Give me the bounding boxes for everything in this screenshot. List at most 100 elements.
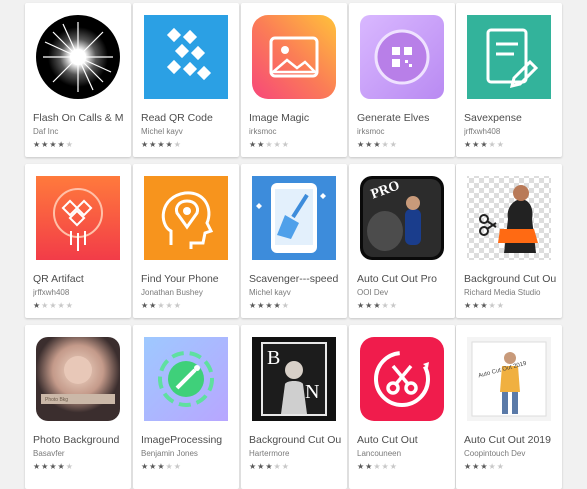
app-developer[interactable]: OOI Dev xyxy=(357,288,451,297)
star-rating: ★★★★★ xyxy=(249,463,290,471)
star-icon: ★ xyxy=(33,462,42,471)
app-card[interactable]: Find Your Phone Jonathan Bushey ★★★★★ xyxy=(133,164,239,318)
qr-glow-icon[interactable] xyxy=(357,12,447,102)
star-icon: ★ xyxy=(488,301,497,310)
star-icon: ★ xyxy=(273,301,282,310)
app-card[interactable]: Savexpense jrffxwh408 ★★★★★ xyxy=(456,3,562,157)
star-icon: ★ xyxy=(357,140,366,149)
app-title[interactable]: Flash On Calls & M xyxy=(33,112,127,124)
star-icon: ★ xyxy=(281,301,290,310)
app-developer[interactable]: Basavfer xyxy=(33,449,127,458)
star-icon: ★ xyxy=(488,462,497,471)
star-icon: ★ xyxy=(157,301,166,310)
app-developer[interactable]: Michel kayv xyxy=(249,288,343,297)
app-title[interactable]: Savexpense xyxy=(464,112,558,124)
star-icon: ★ xyxy=(480,462,489,471)
app-title[interactable]: ImageProcessing xyxy=(141,434,235,446)
app-title[interactable]: Find Your Phone xyxy=(141,273,235,285)
star-rating: ★★★★★ xyxy=(33,463,74,471)
star-icon: ★ xyxy=(157,140,166,149)
app-developer[interactable]: Michel kayv xyxy=(141,127,235,136)
fashion-photo-icon[interactable]: Auto Cut Out 2019 xyxy=(464,334,554,424)
star-icon: ★ xyxy=(65,301,74,310)
star-icon: ★ xyxy=(57,462,66,471)
scissors-circle-icon[interactable] xyxy=(357,334,447,424)
star-icon: ★ xyxy=(496,140,505,149)
app-card[interactable]: Auto Cut Out 2019 Auto Cut Out 2019 Coopin… xyxy=(456,325,562,489)
star-icon: ★ xyxy=(173,301,182,310)
star-rating: ★★★★★ xyxy=(141,141,182,149)
star-icon: ★ xyxy=(357,301,366,310)
star-rating: ★★★★★ xyxy=(249,141,290,149)
app-developer[interactable]: irksmoc xyxy=(249,127,343,136)
app-developer[interactable]: Jonathan Bushey xyxy=(141,288,235,297)
star-icon: ★ xyxy=(373,462,382,471)
app-card[interactable]: Flash On Calls & M Daf Inc ★★★★★ xyxy=(25,3,131,157)
app-card[interactable]: B N Background Cut Ou Hartermore ★★★★★ xyxy=(241,325,347,489)
app-title[interactable]: Auto Cut Out 2019 xyxy=(464,434,558,446)
app-title[interactable]: Image Magic xyxy=(249,112,343,124)
app-developer[interactable]: Lancouneen xyxy=(357,449,451,458)
flash-burst-icon[interactable] xyxy=(33,12,123,102)
app-card[interactable]: Generate Elves irksmoc ★★★★★ xyxy=(349,3,455,157)
star-icon: ★ xyxy=(141,301,150,310)
app-card[interactable]: Auto Cut Out Lancouneen ★★★★★ xyxy=(349,325,455,489)
app-card[interactable]: Scavenger---speed Michel kayv ★★★★★ xyxy=(241,164,347,318)
app-title[interactable]: Auto Cut Out Pro xyxy=(357,273,451,285)
app-title[interactable]: Auto Cut Out xyxy=(357,434,451,446)
app-developer[interactable]: irksmoc xyxy=(357,127,451,136)
app-title[interactable]: Background Cut Ou xyxy=(464,273,558,285)
star-icon: ★ xyxy=(49,301,58,310)
app-title[interactable]: Generate Elves xyxy=(357,112,451,124)
star-rating: ★★★★★ xyxy=(464,302,505,310)
photo-cutout-pro-icon[interactable]: PRO xyxy=(357,173,447,263)
black-white-photo-icon[interactable]: B N xyxy=(249,334,339,424)
app-developer[interactable]: Hartermore xyxy=(249,449,343,458)
app-grid: Flash On Calls & M Daf Inc ★★★★★ Read QR C… xyxy=(0,0,587,489)
star-icon: ★ xyxy=(281,462,290,471)
app-title[interactable]: QR Artifact xyxy=(33,273,127,285)
app-title[interactable]: Read QR Code xyxy=(141,112,235,124)
star-icon: ★ xyxy=(480,301,489,310)
scissors-cutout-icon[interactable] xyxy=(464,173,554,263)
qr-code-icon[interactable] xyxy=(141,12,231,102)
star-icon: ★ xyxy=(480,140,489,149)
landscape-image-icon[interactable] xyxy=(249,12,339,102)
app-developer[interactable]: Daf Inc xyxy=(33,127,127,136)
app-card[interactable]: ImageProcessing Benjamin Jones ★★★★★ xyxy=(133,325,239,489)
notepad-pen-icon[interactable] xyxy=(464,12,554,102)
star-icon: ★ xyxy=(389,462,398,471)
app-card[interactable]: Background Cut Ou Richard Media Studio ★★★… xyxy=(456,164,562,318)
magic-wand-icon[interactable] xyxy=(141,334,231,424)
star-icon: ★ xyxy=(488,140,497,149)
phone-broom-icon[interactable] xyxy=(249,173,339,263)
app-title[interactable]: Photo Background xyxy=(33,434,127,446)
star-icon: ★ xyxy=(65,462,74,471)
app-card[interactable]: Image Magic irksmoc ★★★★★ xyxy=(241,3,347,157)
head-location-icon[interactable] xyxy=(141,173,231,263)
app-card[interactable]: Photo Bkg Photo Background Basavfer ★★★★★ xyxy=(25,325,131,489)
star-rating: ★★★★★ xyxy=(141,302,182,310)
star-icon: ★ xyxy=(381,301,390,310)
app-title[interactable]: Scavenger---speed xyxy=(249,273,343,285)
star-icon: ★ xyxy=(357,462,366,471)
app-developer[interactable]: jrffxwh408 xyxy=(464,127,558,136)
portrait-blur-icon[interactable]: Photo Bkg xyxy=(33,334,123,424)
star-rating: ★★★★★ xyxy=(464,141,505,149)
app-card[interactable]: Read QR Code Michel kayv ★★★★★ xyxy=(133,3,239,157)
star-icon: ★ xyxy=(173,462,182,471)
app-card[interactable]: QR Artifact jrffxwh408 ★★★★★ xyxy=(25,164,131,318)
star-icon: ★ xyxy=(373,140,382,149)
star-icon: ★ xyxy=(141,462,150,471)
app-developer[interactable]: Coopintouch Dev xyxy=(464,449,558,458)
qr-rocket-icon[interactable] xyxy=(33,173,123,263)
star-rating: ★★★★★ xyxy=(249,302,290,310)
app-card[interactable]: PRO Auto Cut Out Pro OOI Dev ★★★★★ xyxy=(349,164,455,318)
star-icon: ★ xyxy=(157,462,166,471)
app-developer[interactable]: Benjamin Jones xyxy=(141,449,235,458)
star-icon: ★ xyxy=(165,301,174,310)
app-developer[interactable]: Richard Media Studio xyxy=(464,288,558,297)
app-title[interactable]: Background Cut Ou xyxy=(249,434,343,446)
star-rating: ★★★★★ xyxy=(357,141,398,149)
app-developer[interactable]: jrffxwh408 xyxy=(33,288,127,297)
